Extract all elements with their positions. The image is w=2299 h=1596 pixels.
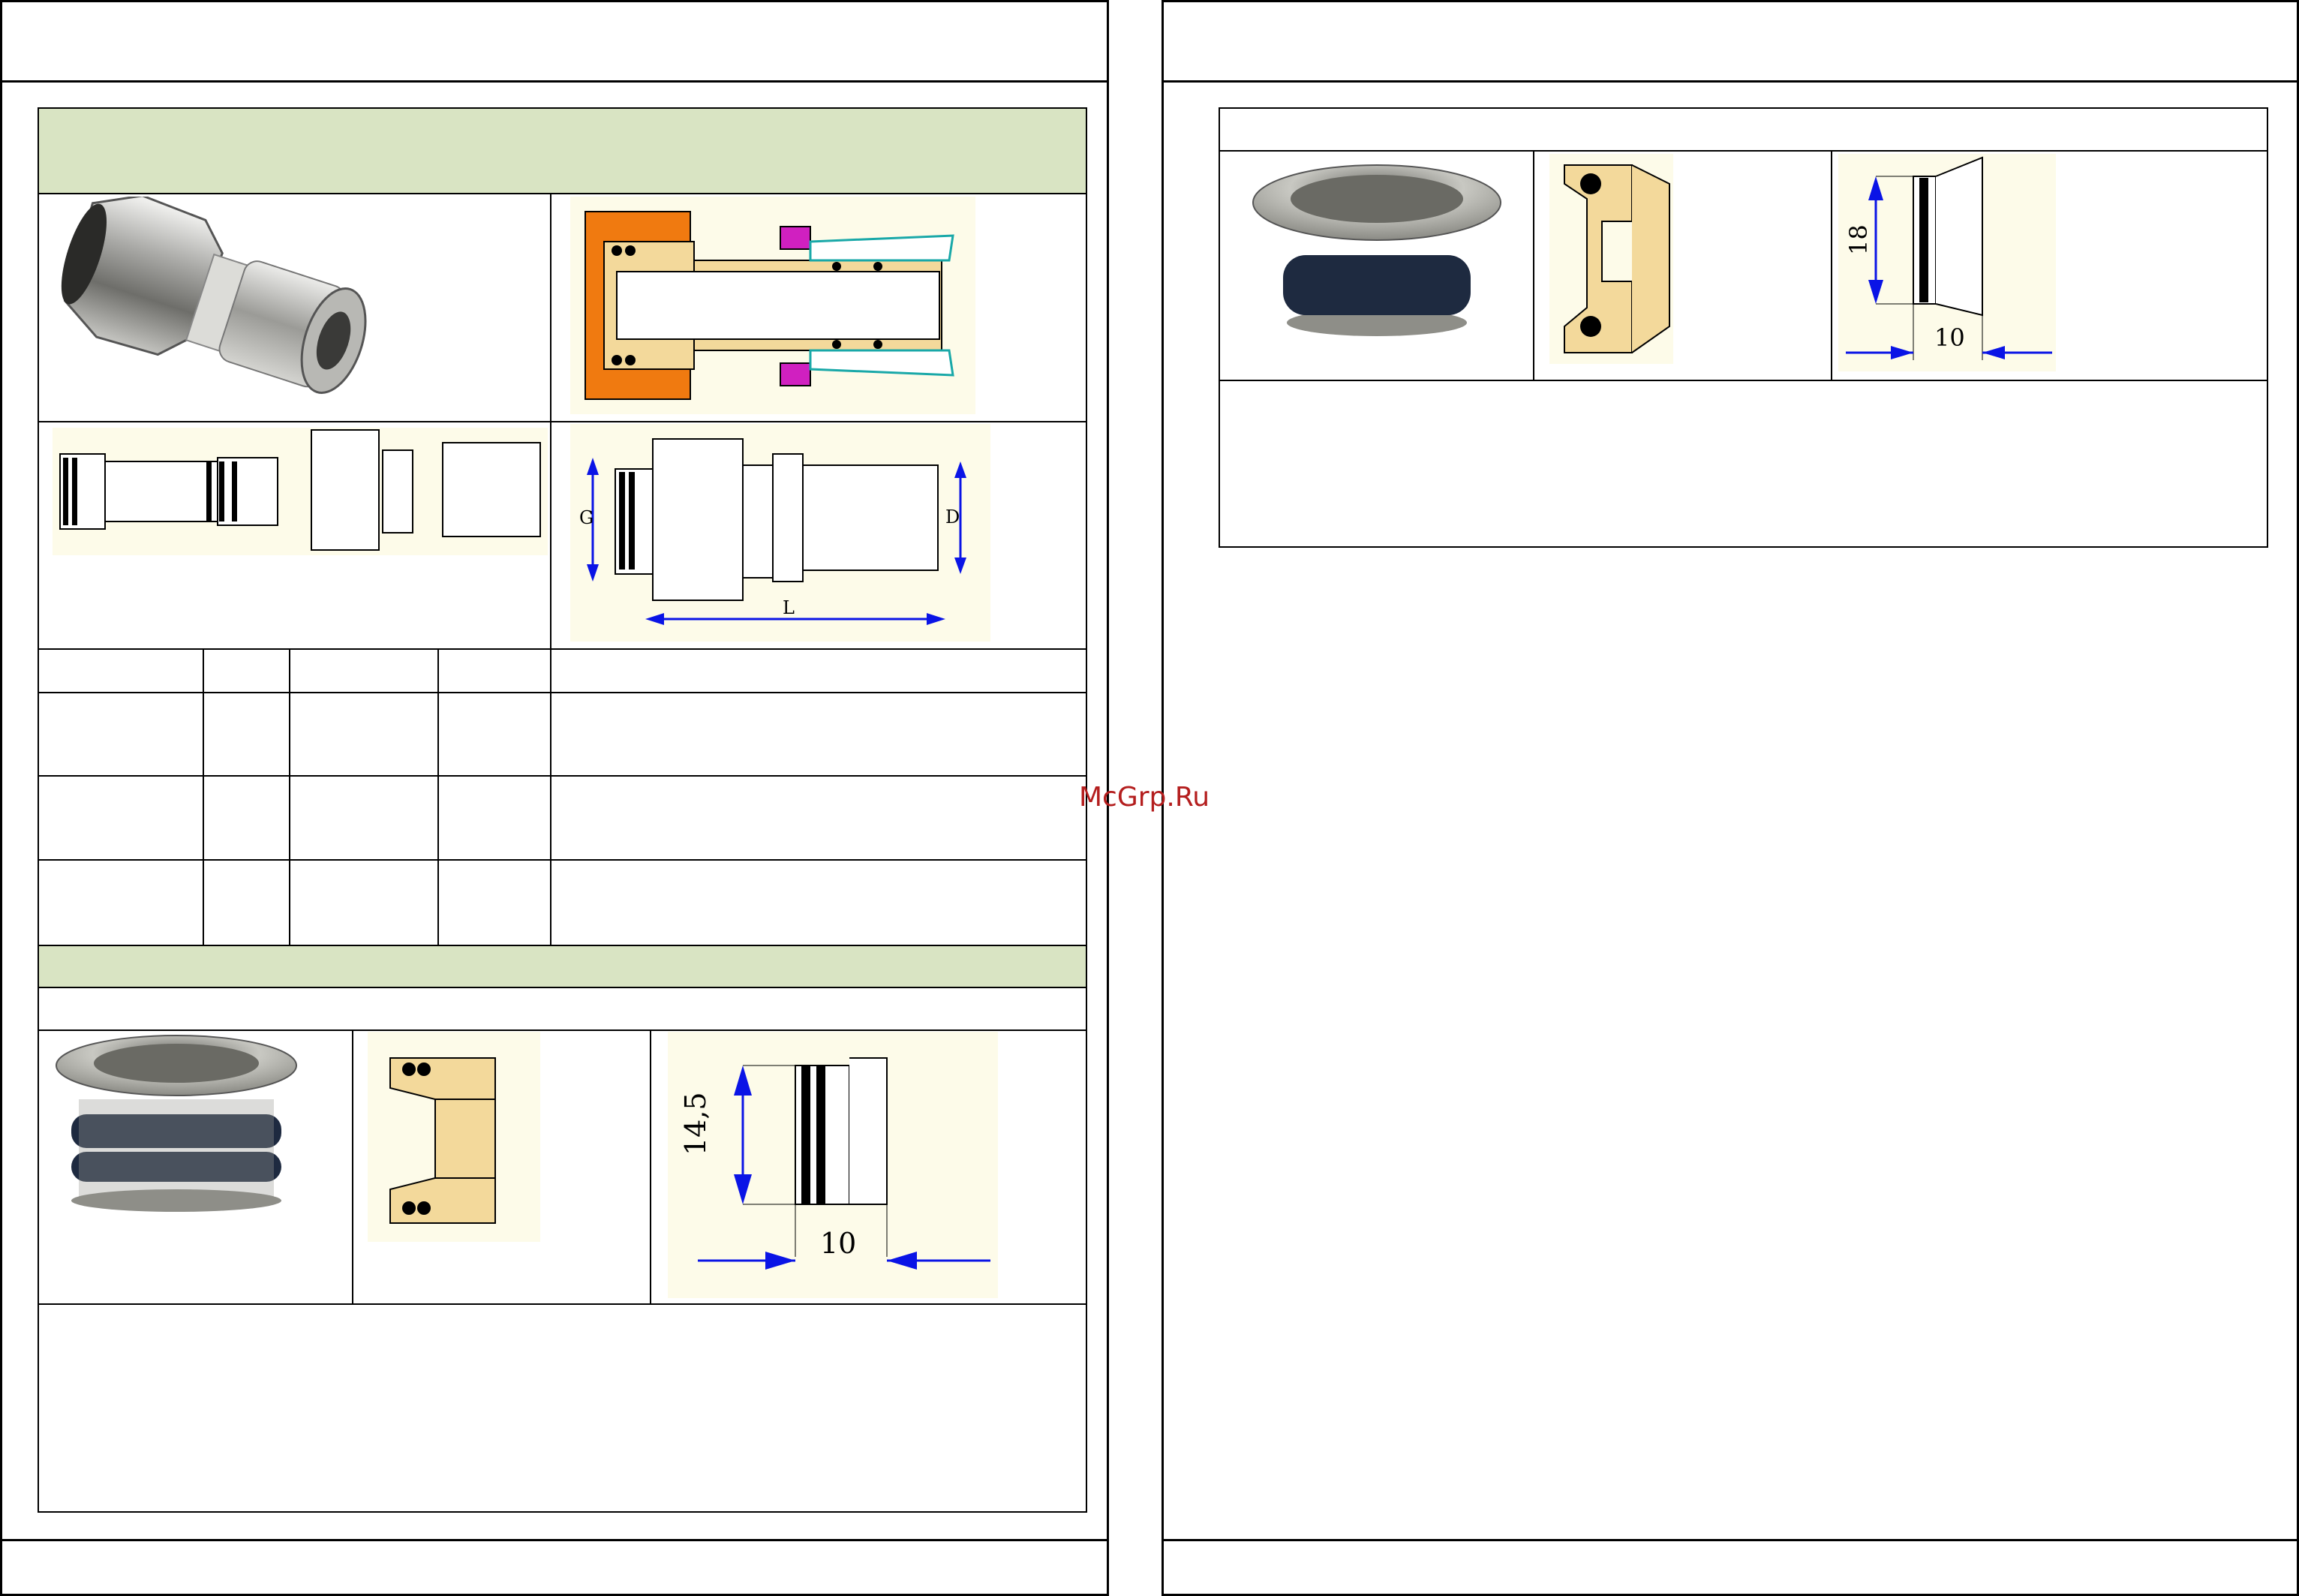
fitting-dimension-drawing: G D L: [570, 424, 990, 642]
row-divider: [38, 1029, 1087, 1031]
row-divider: [38, 987, 1087, 988]
table-header-line: [38, 648, 1087, 650]
table-row-line: [38, 775, 1087, 777]
insert-b-width-label: 10: [1934, 323, 1965, 352]
col-divider: [550, 193, 551, 945]
insert-a-dimension-drawing: 14,5 10: [668, 1032, 998, 1298]
col-divider: [650, 1029, 651, 1304]
table-row-line: [38, 859, 1087, 861]
right-footer-divider: [1162, 1539, 2299, 1541]
insert-a-height-label: 14,5: [679, 1092, 712, 1156]
left-header-divider: [0, 80, 1109, 83]
row-divider: [38, 421, 1087, 422]
left-footer-divider: [0, 1539, 1109, 1541]
product-title-band: [39, 109, 1086, 193]
insert-a-width-label: 10: [820, 1227, 856, 1260]
fitting-photo: [61, 197, 367, 394]
col-divider: [352, 1029, 353, 1304]
insert-b-dimension-drawing: 18 10: [1838, 154, 2056, 371]
insert-b-cross-section: [1549, 154, 1673, 364]
diameter-d-label: D: [945, 506, 960, 527]
table-col-line: [289, 648, 290, 945]
row-divider: [1219, 380, 2268, 381]
row-divider: [38, 193, 1087, 194]
right-header-divider: [1162, 80, 2299, 83]
insert-b-photo: [1252, 164, 1501, 336]
fitting-cross-section: [570, 197, 975, 414]
row-divider: [1219, 150, 2268, 152]
col-divider: [1533, 150, 1534, 380]
fitting-parts-exploded: [53, 428, 548, 555]
insert-a-cross-section: [368, 1032, 540, 1242]
thread-g-label: G: [579, 507, 594, 528]
insert-b-height-label: 18: [1844, 224, 1873, 255]
length-l-label: L: [783, 597, 795, 618]
row-divider: [38, 1303, 1087, 1305]
insert-a-photo: [56, 1035, 297, 1212]
table-row-line: [38, 692, 1087, 693]
col-divider: [1831, 150, 1832, 380]
table-col-line: [437, 648, 439, 945]
watermark: McGrp.Ru: [1079, 782, 1210, 813]
insert-section-band: [39, 946, 1086, 987]
table-col-line: [203, 648, 204, 945]
